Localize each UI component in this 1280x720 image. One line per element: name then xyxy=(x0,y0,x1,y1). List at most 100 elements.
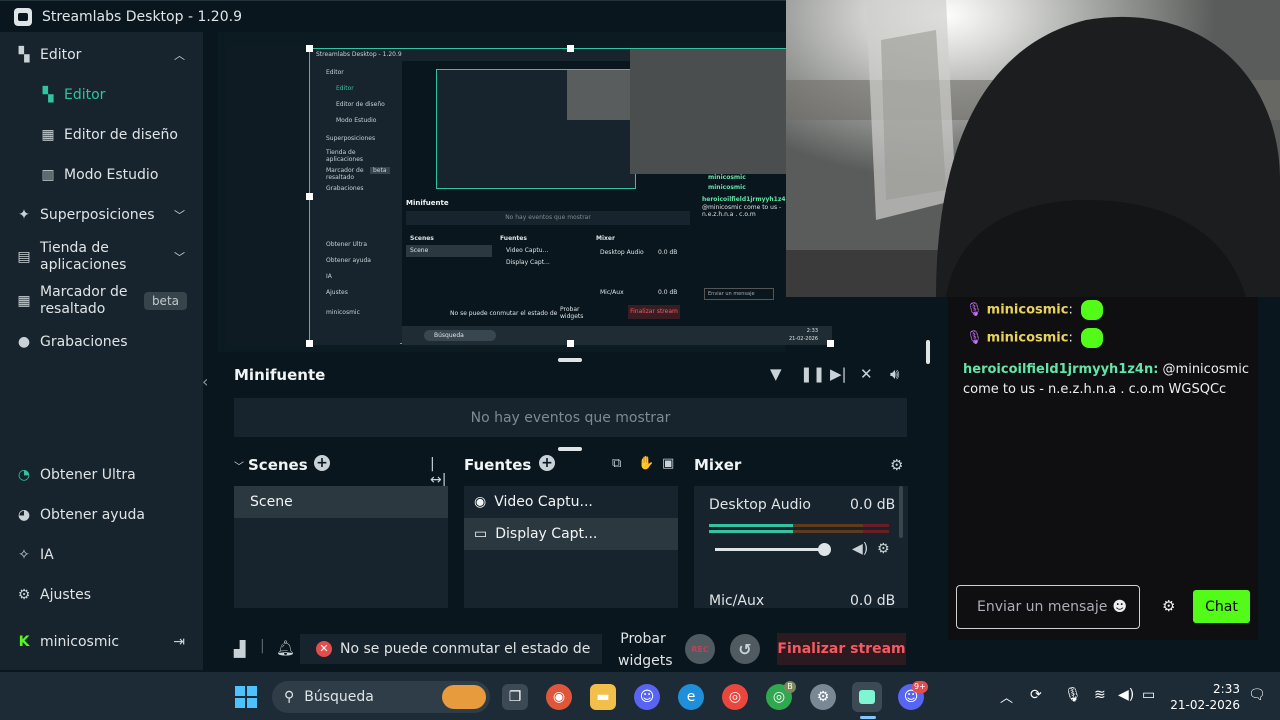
resize-handle[interactable] xyxy=(567,340,574,347)
pause-icon[interactable]: ❚❚ xyxy=(800,365,825,383)
volume-icon[interactable]: ◀) xyxy=(1118,687,1134,703)
edge-icon[interactable]: e xyxy=(678,684,704,710)
mixer-panel: Desktop Audio 0.0 dB ◀) ⚙ Mic/Aux 0.0 dB xyxy=(694,486,908,609)
chrome-icon[interactable]: ◎ xyxy=(722,684,748,710)
clock-date: 21-02-2026 xyxy=(1170,698,1240,712)
stats-icon[interactable]: ▟ xyxy=(234,640,246,658)
mini-nav: Obtener Ultra xyxy=(326,241,367,248)
task-view-icon[interactable]: ❐ xyxy=(502,684,528,710)
mute-notifications-icon[interactable]: ✕ xyxy=(860,365,873,383)
sidebar-item-app-store[interactable]: ▤ Tienda de aplicaciones ﹀ xyxy=(0,240,203,274)
wifi-icon[interactable]: ≋ xyxy=(1094,687,1106,703)
mini-nested-preview xyxy=(436,69,637,189)
resize-handle[interactable] xyxy=(306,193,313,200)
sidebar-item-ai[interactable]: ✧ IA xyxy=(0,544,203,566)
volume-icon[interactable]: 🔊︎ xyxy=(890,365,899,383)
chat-input[interactable]: Enviar un mensaje ☻ xyxy=(956,585,1140,629)
sidebar-item-editor[interactable]: ▚ Editor xyxy=(0,84,203,106)
volume-slider-thumb[interactable] xyxy=(818,543,831,556)
add-scene-icon[interactable]: + xyxy=(314,455,330,471)
sidebar-item-editor-group[interactable]: ▚ Editor ︿ xyxy=(0,44,203,66)
gear-icon[interactable]: ⚙ xyxy=(1162,597,1175,615)
add-source-icon[interactable]: + xyxy=(539,455,555,471)
sidebar-item-label: Marcador de resaltado xyxy=(40,284,128,317)
microphone-badge-icon: 🎙︎ xyxy=(966,302,983,318)
resize-handle[interactable] xyxy=(306,45,313,52)
settings-icon[interactable]: ⚙ xyxy=(810,684,836,710)
sources-header: Fuentes + ⧉ ✋ ▣ xyxy=(464,455,679,476)
resize-handle[interactable] xyxy=(567,45,574,52)
panel-resize-bar[interactable] xyxy=(558,447,582,451)
taskbar-search[interactable]: ⚲ Búsqueda xyxy=(272,681,490,713)
scene-item[interactable]: Scene xyxy=(234,486,448,518)
sidebar-item-studio-mode[interactable]: ▥ Modo Estudio xyxy=(0,164,203,186)
sidebar-item-help[interactable]: ◕ Obtener ayuda xyxy=(0,504,203,526)
battery-icon[interactable]: ▭ xyxy=(1142,687,1155,703)
microphone-icon[interactable]: 🎙︎ xyxy=(1064,687,1082,703)
gear-icon: ⚙ xyxy=(17,587,31,603)
windows-start-icon[interactable] xyxy=(233,684,259,710)
emoji-icon[interactable]: ☻ xyxy=(1112,599,1127,615)
file-explorer-icon[interactable]: ▬ xyxy=(590,684,616,710)
chevron-down-icon[interactable]: ﹀ xyxy=(234,458,244,473)
resize-handle[interactable] xyxy=(306,340,313,347)
source-properties-icon[interactable]: ✋ xyxy=(638,456,654,471)
collapse-sidebar-icon[interactable]: ‹ xyxy=(202,372,208,391)
speaker-icon[interactable]: ◀) xyxy=(852,541,868,557)
test-widgets-button[interactable]: Probar widgets xyxy=(618,628,673,672)
scenes-list: Scene xyxy=(234,486,448,608)
mini-db: 0.0 dB xyxy=(658,289,678,296)
sidebar-item-recordings[interactable]: ● Grabaciones xyxy=(0,331,203,353)
notification-center-icon[interactable]: 🗨︎ xyxy=(1248,687,1266,703)
discord-icon[interactable]: ☺ xyxy=(634,684,660,710)
footer-bar: ▟ | 🔔︎ ✕ No se puede conmutar el estado … xyxy=(218,624,923,672)
logout-icon[interactable]: ⇥ xyxy=(173,634,185,650)
sidebar-user[interactable]: K minicosmic ⇥ xyxy=(0,631,203,653)
sidebar-item-overlays[interactable]: ✦ Superposiciones ﹀ xyxy=(0,204,203,226)
gear-icon[interactable]: ⚙ xyxy=(877,541,890,557)
streamlabs-logo-icon xyxy=(859,690,875,704)
scrollbar[interactable] xyxy=(899,486,903,538)
source-item[interactable]: ▭ Display Capt... xyxy=(464,518,678,550)
source-group-icon[interactable]: ⧉ xyxy=(612,456,621,471)
source-item[interactable]: ◉ Video Captu... xyxy=(464,486,678,518)
mini-chat-user: heroicoilfield1jrmyyh1z4n: xyxy=(702,196,793,203)
sources-list: ◉ Video Captu... ▭ Display Capt... xyxy=(464,486,678,608)
volume-slider[interactable] xyxy=(715,543,831,556)
mini-nested-webcam xyxy=(567,70,637,120)
taskbar-search-label: Búsqueda xyxy=(304,689,374,705)
chat-input-placeholder: Enviar un mensaje xyxy=(977,599,1108,615)
profile-badge: B xyxy=(784,681,796,693)
rec-button[interactable]: REC xyxy=(685,634,715,664)
add-folder-icon[interactable]: ▣ xyxy=(662,456,674,471)
chat-send-button[interactable]: Chat xyxy=(1193,590,1250,623)
chevron-up-icon[interactable]: ︿ xyxy=(1000,687,1013,706)
chat-username[interactable]: minicosmic xyxy=(987,331,1069,346)
emote-icon xyxy=(1080,300,1103,320)
firefox-icon[interactable]: ◉ xyxy=(546,684,572,710)
sidebar-item-settings[interactable]: ⚙ Ajustes xyxy=(0,584,203,606)
sidebar-item-layout-editor[interactable]: ▦ Editor de diseño xyxy=(0,124,203,146)
scene-transition-icon[interactable]: |↔| xyxy=(430,456,450,488)
source-label: Video Captu... xyxy=(494,494,593,510)
clock[interactable]: 2:33 21-02-2026 xyxy=(1170,681,1240,713)
sidebar-item-highlighter[interactable]: ▦ Marcador de resaltado beta xyxy=(0,284,203,318)
replay-buffer-icon[interactable]: ↺ xyxy=(730,634,760,664)
chat-username[interactable]: heroicoilfield1jrmyyh1z4n: xyxy=(963,362,1158,377)
sidebar-item-get-ultra[interactable]: ◔ Obtener Ultra xyxy=(0,464,203,486)
chat-username[interactable]: minicosmic xyxy=(987,303,1069,318)
filter-icon[interactable]: ▼ xyxy=(770,365,782,383)
notification-bell-icon[interactable]: 🔔︎ xyxy=(276,639,295,657)
panel-resize-bar[interactable] xyxy=(926,340,930,364)
preview-capture-source[interactable]: Streamlabs Desktop - 1.20.9 Editor Edito… xyxy=(306,45,834,347)
notification-bar[interactable]: ✕ No se puede conmutar el estado de xyxy=(300,634,602,664)
sidebar-item-label: Obtener Ultra xyxy=(40,467,136,483)
gear-icon[interactable]: ⚙ xyxy=(890,456,903,474)
resize-handle[interactable] xyxy=(827,340,834,347)
end-stream-button[interactable]: Finalizar stream xyxy=(777,633,906,665)
chat-message: 🎙︎ minicosmic: xyxy=(966,300,1103,320)
microphone-badge-icon: 🎙︎ xyxy=(966,330,983,346)
skip-icon[interactable]: ▶| xyxy=(830,365,847,383)
sync-icon[interactable]: ⟳ xyxy=(1030,687,1042,703)
streamlabs-taskbar-icon[interactable] xyxy=(852,682,882,712)
